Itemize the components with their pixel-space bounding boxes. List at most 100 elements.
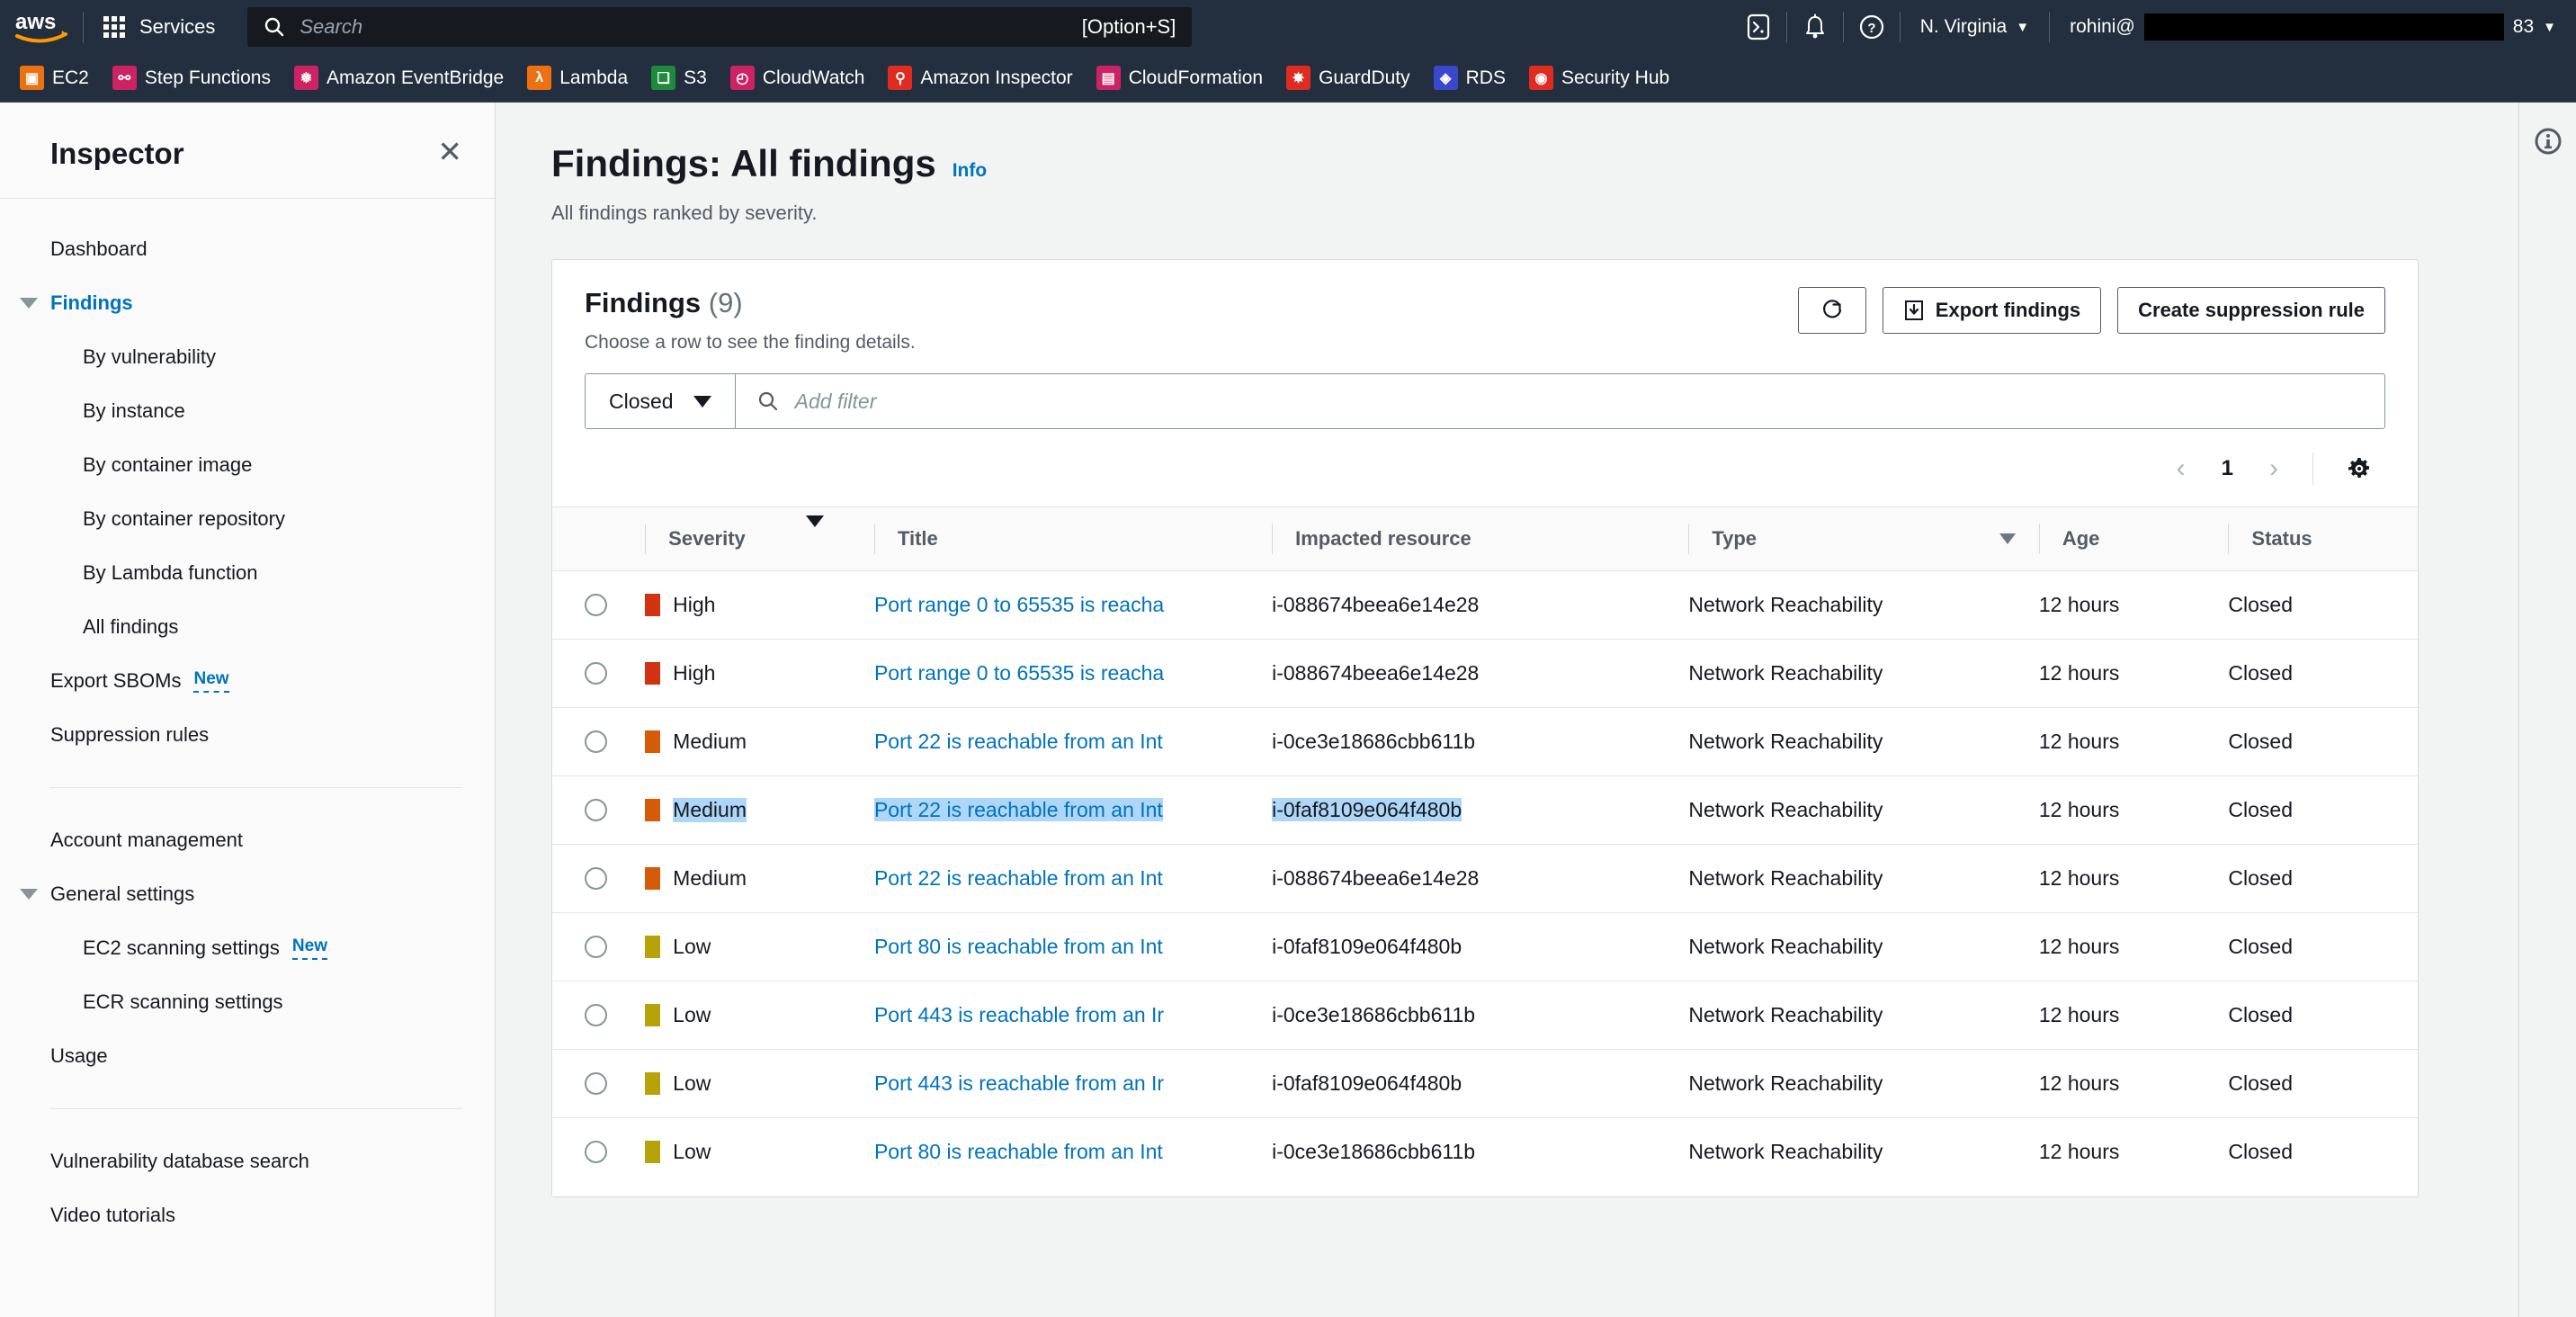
- row-title-cell: Port 22 is reachable from an Int: [873, 707, 1273, 776]
- refresh-button[interactable]: [1797, 287, 1866, 334]
- chevron-right-icon[interactable]: ›: [2255, 453, 2293, 484]
- table-row[interactable]: Medium Port 22 is reachable from an Int i-…: [552, 844, 2418, 913]
- row-radio[interactable]: [585, 936, 607, 958]
- filter-bar: Closed Add filter: [552, 373, 2418, 429]
- sidebar-item-by-vulnerability[interactable]: By vulnerability: [0, 330, 495, 384]
- finding-title-link[interactable]: Port 22 is reachable from an Int: [873, 798, 1163, 821]
- row-radio[interactable]: [585, 662, 607, 685]
- aws-logo[interactable]: aws: [0, 0, 83, 54]
- column-impacted-resource[interactable]: Impacted resource: [1272, 506, 1689, 571]
- favorite-eventbridge[interactable]: ❅ Amazon EventBridge: [293, 66, 504, 90]
- notifications-button[interactable]: [1787, 0, 1843, 54]
- sidebar-item-vulnerability-database-search[interactable]: Vulnerability database search: [0, 1134, 495, 1188]
- new-badge[interactable]: New: [193, 669, 229, 693]
- table-row[interactable]: Low Port 80 is reachable from an Int i-0fa…: [552, 912, 2418, 981]
- favorite-cloudwatch[interactable]: ◴ CloudWatch: [729, 66, 864, 90]
- sidebar-item-general-settings[interactable]: General settings: [0, 867, 495, 921]
- info-panel-toggle[interactable]: [2533, 126, 2563, 1317]
- column-severity[interactable]: Severity: [645, 506, 807, 571]
- sidebar-item-export-sboms[interactable]: Export SBOMs New: [0, 654, 495, 708]
- create-suppression-rule-button[interactable]: Create suppression rule: [2117, 287, 2385, 334]
- row-radio[interactable]: [585, 867, 607, 890]
- favorite-ec2[interactable]: ▣ EC2: [20, 66, 89, 90]
- sidebar-item-by-instance[interactable]: By instance: [0, 384, 495, 438]
- finding-title-link[interactable]: Port 80 is reachable from an Int: [874, 935, 1163, 958]
- help-button[interactable]: ?: [1844, 0, 1900, 54]
- finding-title-link[interactable]: Port 443 is reachable from an Ir: [874, 1071, 1164, 1095]
- sidebar-item-all-findings[interactable]: All findings: [0, 600, 495, 654]
- sidebar-item-usage[interactable]: Usage: [0, 1029, 495, 1083]
- top-nav-right-group: ? N. Virginia ▼ rohini@ 83 ▼: [1731, 0, 2576, 54]
- severity-label: Low: [673, 935, 711, 958]
- status-value: Closed: [2228, 661, 2294, 685]
- row-severity-cell: Low: [645, 981, 874, 1050]
- global-search-input[interactable]: Search [Option+S]: [247, 7, 1193, 47]
- search-icon: [758, 391, 777, 411]
- table-row[interactable]: High Port range 0 to 65535 is reacha i-088…: [552, 639, 2418, 708]
- sidebar-item-ecr-scanning-settings[interactable]: ECR scanning settings: [0, 975, 495, 1029]
- export-findings-button[interactable]: Export findings: [1882, 287, 2102, 334]
- finding-title-link[interactable]: Port range 0 to 65535 is reacha: [874, 593, 1164, 616]
- table-row[interactable]: Medium Port 22 is reachable from an Int i-…: [552, 707, 2418, 776]
- favorite-cloudformation[interactable]: ▤ CloudFormation: [1096, 66, 1263, 90]
- row-severity-cell: Medium: [645, 844, 874, 913]
- finding-title-link[interactable]: Port range 0 to 65535 is reacha: [874, 661, 1164, 685]
- row-radio[interactable]: [585, 1072, 607, 1095]
- region-selector[interactable]: N. Virginia ▼: [1901, 0, 2049, 54]
- column-type[interactable]: Type: [1688, 506, 2039, 571]
- finding-title-link[interactable]: Port 443 is reachable from an Ir: [874, 1003, 1164, 1026]
- table-row[interactable]: Medium Port 22 is reachable from an Int i-…: [552, 775, 2418, 845]
- findings-table-head: Severity Title Impacted resource Type Ag…: [552, 506, 2418, 571]
- favorite-amazon-inspector[interactable]: ⚲ Amazon Inspector: [888, 66, 1073, 90]
- table-row[interactable]: Low Port 80 is reachable from an Int i-0ce…: [552, 1118, 2418, 1187]
- account-menu[interactable]: rohini@ 83 ▼: [2050, 0, 2576, 54]
- page-number[interactable]: 1: [2209, 456, 2246, 481]
- row-type-cell: Network Reachability: [1688, 570, 2039, 640]
- sidebar-item-suppression-rules[interactable]: Suppression rules: [0, 708, 495, 762]
- finding-title-link[interactable]: Port 80 is reachable from an Int: [874, 1140, 1163, 1163]
- sidebar-item-findings[interactable]: Findings: [0, 276, 495, 330]
- findings-table-body: High Port range 0 to 65535 is reacha i-088…: [552, 570, 2418, 1187]
- new-badge[interactable]: New: [291, 936, 327, 960]
- chevron-down-icon[interactable]: [20, 298, 38, 309]
- row-radio[interactable]: [585, 799, 607, 821]
- favorite-s3[interactable]: ❏ S3: [651, 66, 707, 90]
- row-severity-cell: High: [645, 639, 874, 708]
- table-row[interactable]: Low Port 443 is reachable from an Ir i-0ce…: [552, 981, 2418, 1050]
- sidebar-item-by-container-repository[interactable]: By container repository: [0, 492, 495, 546]
- column-age[interactable]: Age: [2038, 506, 2229, 571]
- finding-title-link[interactable]: Port 22 is reachable from an Int: [874, 730, 1163, 753]
- add-filter-input[interactable]: Add filter: [736, 374, 2384, 428]
- favorite-guardduty[interactable]: ✸ GuardDuty: [1286, 66, 1410, 90]
- favorite-lambda[interactable]: λ Lambda: [527, 66, 628, 90]
- column-severity-sort[interactable]: [806, 506, 874, 571]
- row-radio[interactable]: [585, 730, 607, 753]
- sidebar-item-account-management[interactable]: Account management: [0, 813, 495, 867]
- favorite-label: EC2: [52, 67, 89, 88]
- chevron-down-icon[interactable]: [20, 889, 38, 900]
- sidebar-item-dashboard[interactable]: Dashboard: [0, 222, 495, 276]
- chevron-left-icon[interactable]: ‹: [2162, 453, 2200, 484]
- row-radio[interactable]: [585, 1141, 607, 1163]
- table-preferences-button[interactable]: [2333, 455, 2385, 482]
- table-row[interactable]: Low Port 443 is reachable from an Ir i-0fa…: [552, 1049, 2418, 1118]
- column-status[interactable]: Status: [2228, 506, 2418, 571]
- row-radio[interactable]: [585, 594, 607, 616]
- column-title[interactable]: Title: [873, 506, 1273, 571]
- favorite-label: CloudFormation: [1128, 67, 1264, 88]
- sidebar-item-ec2-scanning-settings[interactable]: EC2 scanning settings New: [0, 921, 495, 975]
- status-filter-select[interactable]: Closed: [586, 374, 736, 428]
- sidebar-item-video-tutorials[interactable]: Video tutorials: [0, 1188, 495, 1242]
- finding-title-link[interactable]: Port 22 is reachable from an Int: [874, 866, 1163, 890]
- services-menu-button[interactable]: Services: [84, 0, 235, 54]
- favorite-rds[interactable]: ◈ RDS: [1433, 66, 1506, 90]
- row-radio[interactable]: [585, 1004, 607, 1026]
- sidebar-item-by-lambda-function[interactable]: By Lambda function: [0, 546, 495, 600]
- close-icon[interactable]: ✕: [437, 137, 462, 166]
- sidebar-item-by-container-image[interactable]: By container image: [0, 438, 495, 492]
- page-info-link[interactable]: Info: [953, 160, 987, 182]
- cloudshell-button[interactable]: [1731, 0, 1786, 54]
- favorite-security-hub[interactable]: ◉ Security Hub: [1528, 66, 1669, 90]
- table-row[interactable]: High Port range 0 to 65535 is reacha i-088…: [552, 570, 2418, 640]
- favorite-step-functions[interactable]: ⚯ Step Functions: [112, 66, 271, 90]
